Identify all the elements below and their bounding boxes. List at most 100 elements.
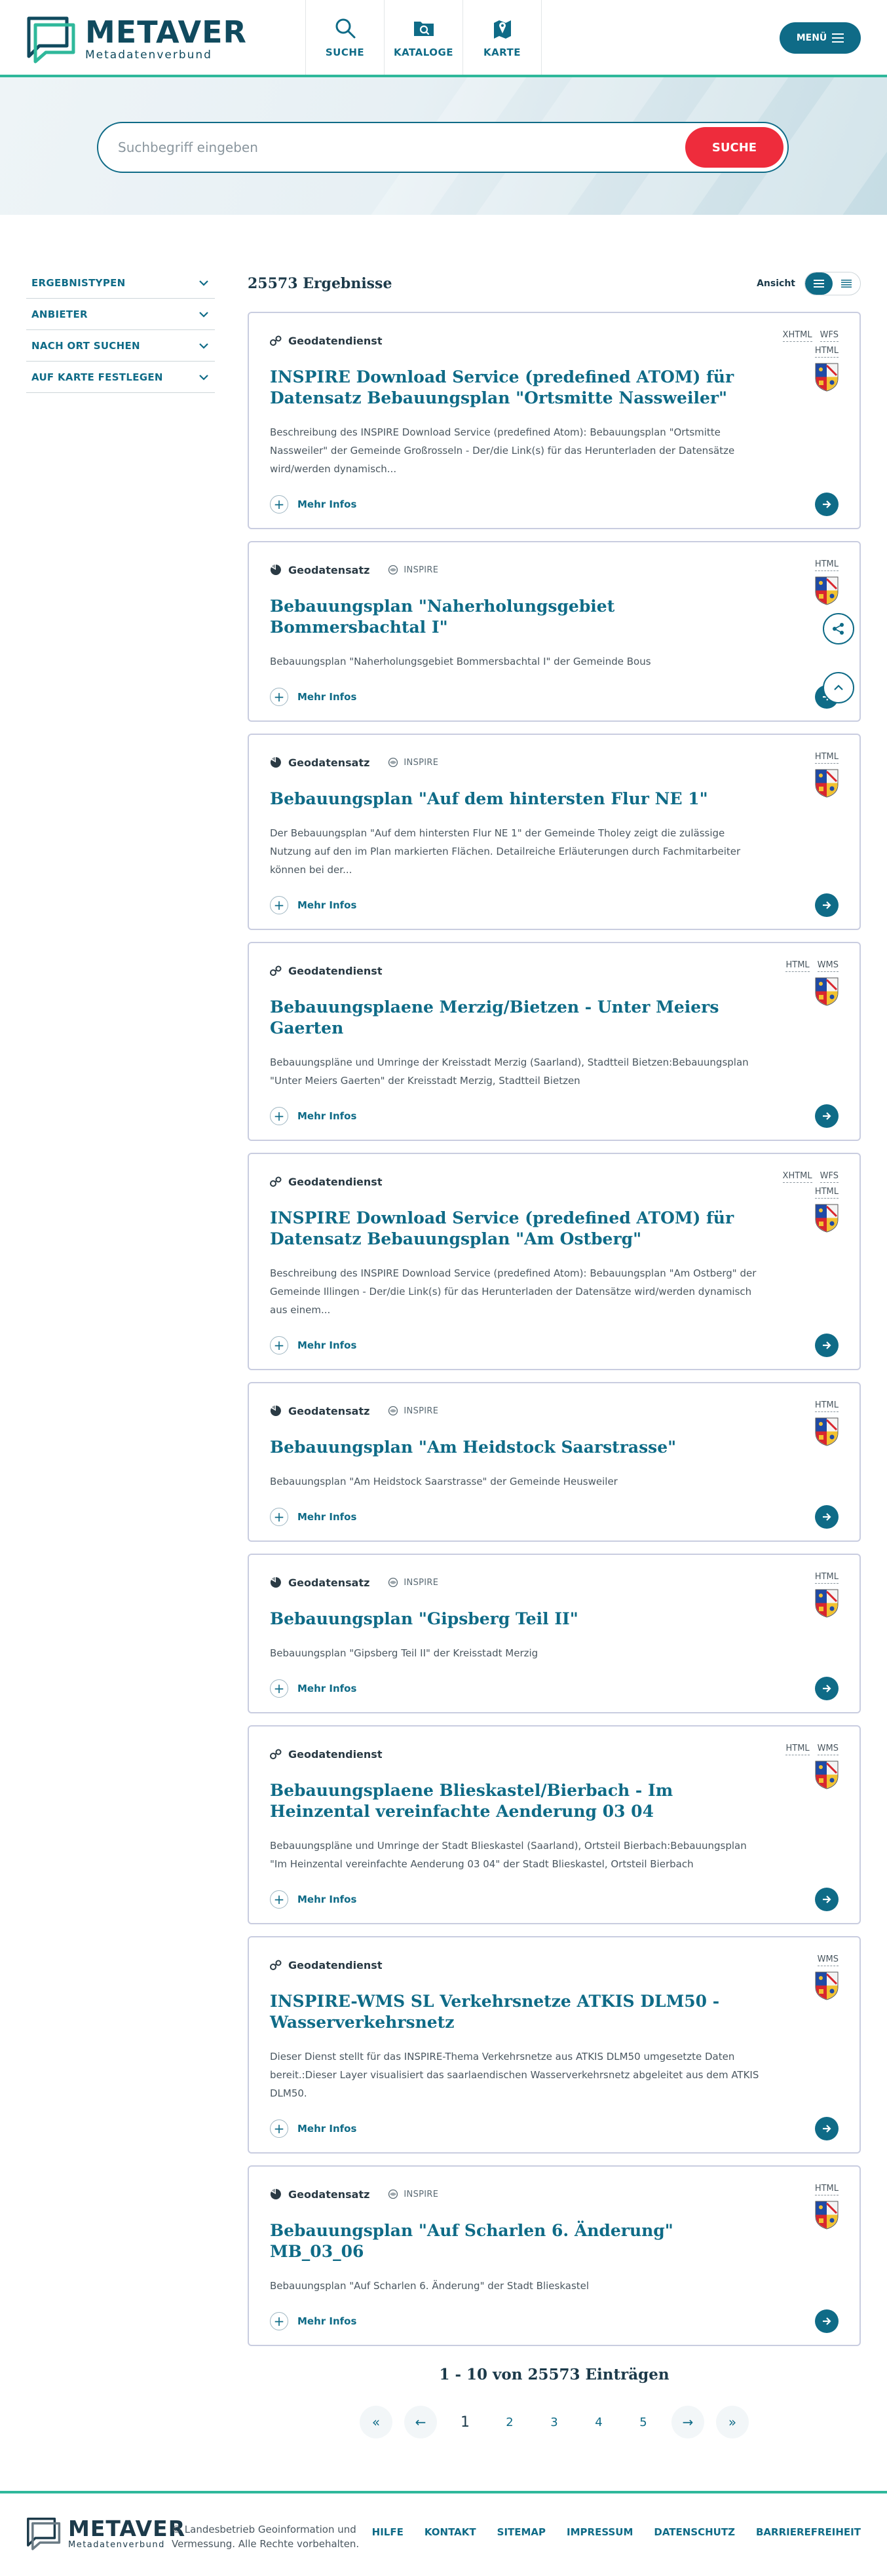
result-type: Geodatensatz INSPIRE <box>270 562 839 578</box>
result-formats: HTML <box>807 752 839 798</box>
footer-links: HILFE KONTAKT SITEMAP IMPRESSUM DATENSCH… <box>351 2526 861 2538</box>
format-tag[interactable]: HTML <box>785 960 810 972</box>
more-info-toggle[interactable]: + Mehr Infos <box>270 1508 356 1526</box>
more-info-toggle[interactable]: + Mehr Infos <box>270 2312 356 2330</box>
format-tag[interactable]: HTML <box>785 1744 810 1755</box>
format-tag[interactable]: WFS <box>820 330 839 342</box>
open-result-button[interactable] <box>815 2117 839 2140</box>
open-result-button[interactable] <box>815 493 839 516</box>
first-page-button[interactable]: « <box>360 2406 392 2438</box>
result-type-label: Geodatensatz <box>288 2188 370 2201</box>
more-info-toggle[interactable]: + Mehr Infos <box>270 896 356 914</box>
results-count: 25573 Ergebnisse <box>248 275 392 292</box>
filter-map[interactable]: AUF KARTE FESTLEGEN <box>26 362 215 393</box>
open-result-button[interactable] <box>815 1104 839 1128</box>
nav-item-map[interactable]: KARTE <box>463 0 542 75</box>
list-view-button[interactable] <box>805 272 833 295</box>
inspire-icon <box>388 757 398 768</box>
format-tag[interactable]: HTML <box>814 559 839 571</box>
result-title[interactable]: Bebauungsplaene Blieskastel/Bierbach - I… <box>270 1780 839 1822</box>
open-result-button[interactable] <box>815 2309 839 2333</box>
more-info-label: Mehr Infos <box>297 2123 357 2135</box>
compact-view-button[interactable] <box>833 272 860 295</box>
more-info-toggle[interactable]: + Mehr Infos <box>270 1336 356 1354</box>
filter-location[interactable]: NACH ORT SUCHEN <box>26 330 215 362</box>
result-formats: HTML WMS <box>778 960 839 1006</box>
prev-page-button[interactable]: ← <box>404 2406 437 2438</box>
more-info-toggle[interactable]: + Mehr Infos <box>270 1890 356 1909</box>
more-info-toggle[interactable]: + Mehr Infos <box>270 1107 356 1125</box>
format-tag[interactable]: XHTML <box>782 330 812 342</box>
result-title[interactable]: Bebauungsplan "Am Heidstock Saarstrasse" <box>270 1437 839 1458</box>
page-1[interactable]: 1 <box>449 2406 481 2438</box>
format-tag[interactable]: HTML <box>814 752 839 764</box>
format-tag[interactable]: WFS <box>820 1171 839 1183</box>
result-list: XHTML WFS HTML Geodatendienst INSPIRE Dow… <box>248 312 861 2346</box>
footer-link-contact[interactable]: KONTAKT <box>425 2526 476 2538</box>
footer-link-accessibility[interactable]: BARRIEREFREIHEIT <box>756 2526 861 2538</box>
page-2[interactable]: 2 <box>493 2406 526 2438</box>
result-card: HTML WMS Geodatendienst Bebauungsplaene B… <box>248 1725 861 1924</box>
open-result-button[interactable] <box>815 1334 839 1357</box>
nav-item-search[interactable]: SUCHE <box>306 0 385 75</box>
footer-link-help[interactable]: HILFE <box>372 2526 404 2538</box>
last-page-button[interactable]: » <box>716 2406 749 2438</box>
footer-link-privacy[interactable]: DATENSCHUTZ <box>654 2526 735 2538</box>
next-page-button[interactable]: → <box>671 2406 704 2438</box>
footer-link-imprint[interactable]: IMPRESSUM <box>567 2526 633 2538</box>
open-result-button[interactable] <box>815 1677 839 1700</box>
open-result-button[interactable] <box>815 893 839 917</box>
result-title[interactable]: INSPIRE Download Service (predefined ATO… <box>270 1208 839 1250</box>
result-footer: + Mehr Infos <box>270 893 839 917</box>
footer-link-sitemap[interactable]: SITEMAP <box>497 2526 546 2538</box>
format-tag[interactable]: HTML <box>814 1187 839 1199</box>
result-title[interactable]: Bebauungsplan "Gipsberg Teil II" <box>270 1609 839 1630</box>
search-input[interactable] <box>118 123 675 172</box>
format-tag[interactable]: HTML <box>814 1572 839 1584</box>
result-title[interactable]: INSPIRE Download Service (predefined ATO… <box>270 367 839 409</box>
more-info-toggle[interactable]: + Mehr Infos <box>270 1679 356 1698</box>
more-info-toggle[interactable]: + Mehr Infos <box>270 2119 356 2138</box>
pagination-summary: 1 - 10 von 25573 Einträgen <box>439 2366 670 2383</box>
share-button[interactable] <box>823 613 854 644</box>
format-tag[interactable]: HTML <box>814 346 839 358</box>
view-toggle <box>804 272 861 295</box>
nav-label-map: KARTE <box>483 47 521 58</box>
service-icon <box>270 965 282 976</box>
arrow-right-icon <box>823 1112 831 1120</box>
scroll-top-button[interactable] <box>823 672 854 703</box>
filter-providers[interactable]: ANBIETER <box>26 299 215 330</box>
result-title[interactable]: Bebauungsplan "Auf dem hintersten Flur N… <box>270 789 839 810</box>
result-title[interactable]: Bebauungsplan "Auf Scharlen 6. Änderung"… <box>270 2220 839 2262</box>
inspire-badge: INSPIRE <box>388 2189 438 2199</box>
filter-result-types[interactable]: ERGEBNISTYPEN <box>26 267 215 299</box>
result-title[interactable]: INSPIRE-WMS SL Verkehrsnetze ATKIS DLM50… <box>270 1991 839 2033</box>
result-formats: HTML <box>807 2184 839 2230</box>
format-tag[interactable]: WMS <box>817 1954 839 1966</box>
plus-icon: + <box>270 1679 288 1698</box>
nav-item-catalogs[interactable]: KATALOGE <box>385 0 463 75</box>
more-info-toggle[interactable]: + Mehr Infos <box>270 688 356 706</box>
result-title[interactable]: Bebauungsplan "Naherholungsgebiet Bommer… <box>270 596 839 638</box>
result-title[interactable]: Bebauungsplaene Merzig/Bietzen - Unter M… <box>270 997 839 1039</box>
format-tag[interactable]: HTML <box>814 1400 839 1412</box>
result-footer: + Mehr Infos <box>270 1334 839 1357</box>
result-type: Geodatensatz INSPIRE <box>270 1403 839 1419</box>
open-result-button[interactable] <box>815 1888 839 1911</box>
page-3[interactable]: 3 <box>538 2406 571 2438</box>
open-result-button[interactable] <box>815 1505 839 1529</box>
format-tag[interactable]: HTML <box>814 2184 839 2195</box>
site-logo[interactable]: METAVER Metadatenverbund <box>26 14 247 64</box>
format-tag[interactable]: WMS <box>817 1744 839 1755</box>
result-description: Beschreibung des INSPIRE Download Servic… <box>270 1267 757 1316</box>
page-4[interactable]: 4 <box>582 2406 615 2438</box>
format-tag[interactable]: WMS <box>817 960 839 972</box>
more-info-toggle[interactable]: + Mehr Infos <box>270 495 356 513</box>
result-card: XHTML WFS HTML Geodatendienst INSPIRE Dow… <box>248 1153 861 1370</box>
menu-button[interactable]: MENÜ <box>780 22 861 54</box>
page-5[interactable]: 5 <box>627 2406 660 2438</box>
format-tag[interactable]: XHTML <box>782 1171 812 1183</box>
search-button[interactable]: SUCHE <box>685 127 783 168</box>
more-info-label: Mehr Infos <box>297 1110 357 1122</box>
footer-logo[interactable]: METAVER Metadatenverbund <box>26 2516 185 2551</box>
